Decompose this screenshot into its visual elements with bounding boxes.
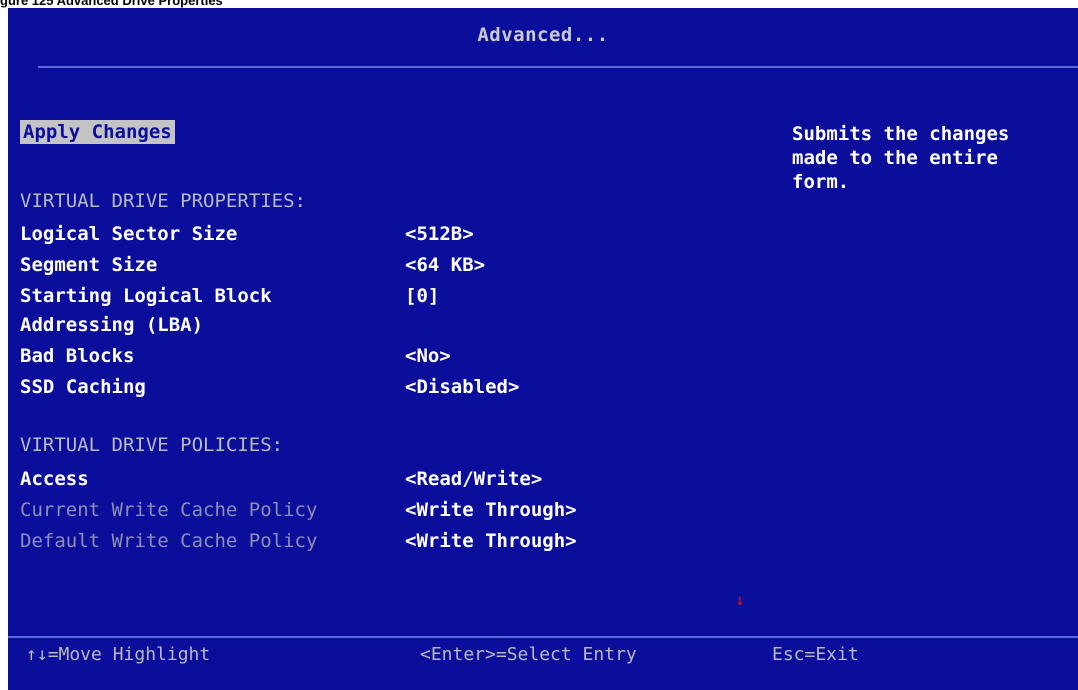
segment-size-label: Segment Size [20,254,158,276]
starting-lba-label: Starting Logical Block [20,285,272,307]
down-arrow-icon[interactable]: ↓ [735,592,745,608]
starting-lba-label-line2: Addressing (LBA) [20,314,204,336]
footer-select-hint: <Enter>=Select Entry [420,644,637,665]
starting-lba-field[interactable]: [0] [405,285,439,307]
top-divider [38,66,1078,68]
apply-changes-button[interactable]: Apply Changes [20,120,175,144]
figure-caption: gure 125 Advanced Drive Properties [0,0,223,8]
page-title: Advanced... [477,24,609,46]
default-write-cache-policy-value[interactable]: <Write Through> [405,530,577,552]
default-write-cache-policy-label: Default Write Cache Policy [20,530,318,552]
section-header-policies: VIRTUAL DRIVE POLICIES: [20,434,284,456]
segment-size-select[interactable]: <64 KB> [405,254,485,276]
bottom-divider [8,636,1078,638]
bad-blocks-label: Bad Blocks [20,345,135,367]
help-text: Submits the changes made to the entire f… [792,123,1010,193]
footer-move-hint: ↑↓=Move Highlight [26,644,211,665]
footer-exit-hint: Esc=Exit [772,644,859,665]
logical-sector-size-label: Logical Sector Size [20,223,238,245]
ssd-caching-label: SSD Caching [20,376,146,398]
bad-blocks-value[interactable]: <No> [405,345,451,367]
access-select[interactable]: <Read/Write> [405,468,542,490]
ssd-caching-select[interactable]: <Disabled> [405,376,519,398]
current-write-cache-policy-label: Current Write Cache Policy [20,499,318,521]
logical-sector-size-select[interactable]: <512B> [405,223,474,245]
access-label: Access [20,468,89,490]
bios-advanced-screen: Advanced... Apply Changes Submits the ch… [8,8,1078,690]
current-write-cache-policy-value[interactable]: <Write Through> [405,499,577,521]
section-header-properties: VIRTUAL DRIVE PROPERTIES: [20,190,306,212]
